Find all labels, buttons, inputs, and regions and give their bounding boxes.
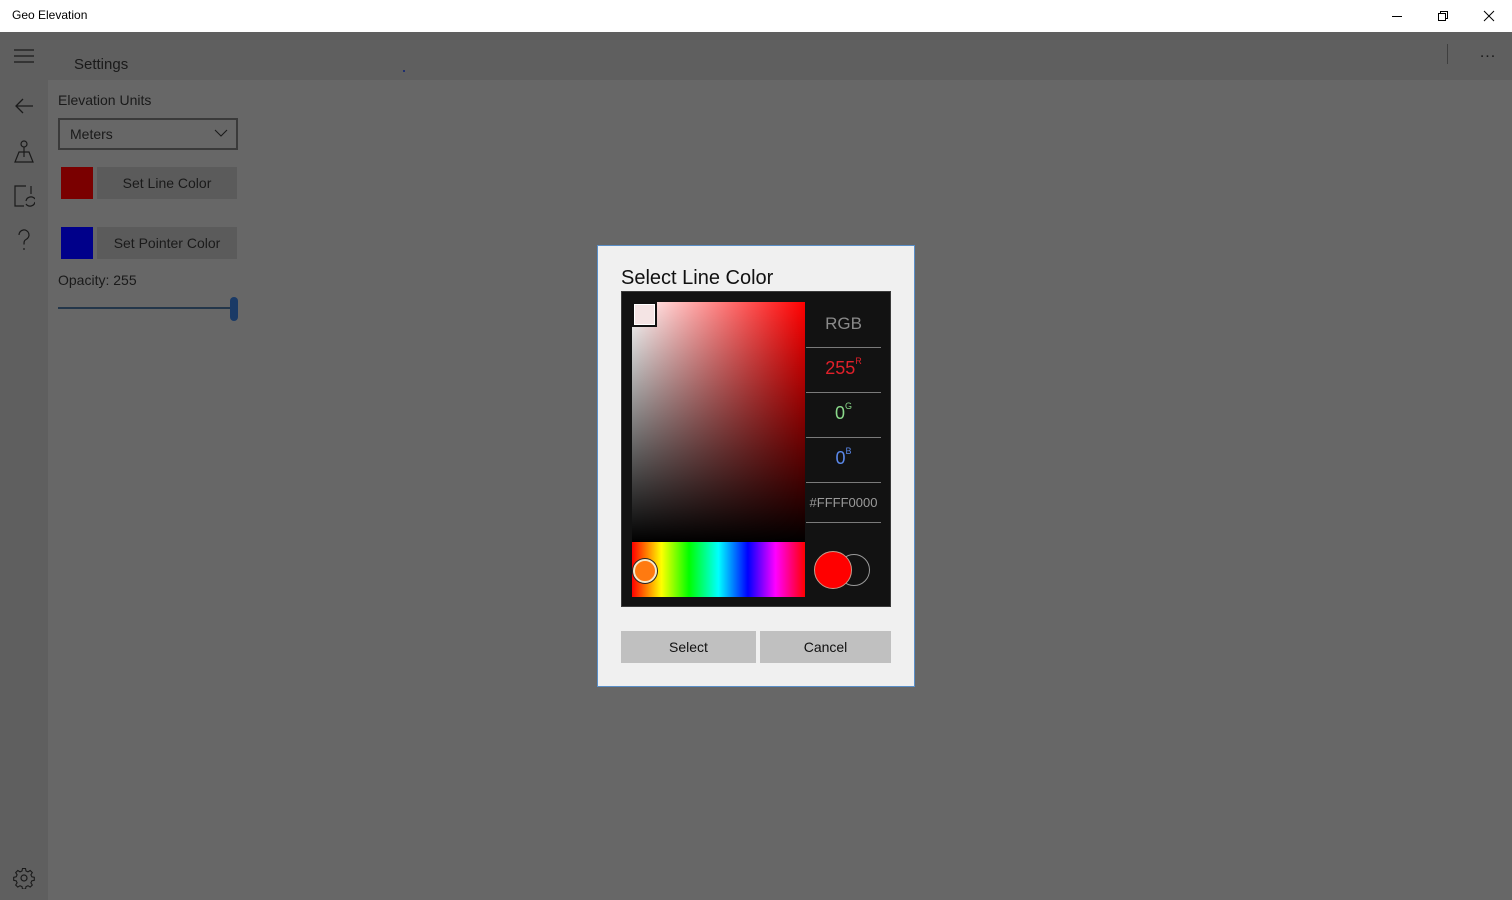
opacity-label: Opacity: 255 [58,272,137,288]
page-title: Settings [74,56,129,73]
sync-document-icon [14,185,35,207]
green-label: G [845,401,853,411]
help-icon [18,229,30,250]
saturation-value-area[interactable] [632,302,805,542]
close-icon [1483,10,1495,22]
divider [806,347,881,348]
red-value[interactable]: 255R [806,356,881,379]
hue-cursor[interactable] [633,559,657,583]
navigation-pane [0,32,48,900]
color-picker: RGB 255R 0G 0B #FFFF0000 [621,291,891,607]
set-pointer-color-button[interactable]: Set Pointer Color [97,227,237,259]
blue-value-number: 0 [835,448,846,468]
hex-value[interactable]: #FFFF0000 [806,495,881,510]
divider [806,482,881,483]
back-button[interactable] [0,84,48,128]
nav-item-elevation[interactable] [0,130,48,174]
line-color-swatch [61,167,93,199]
restore-button[interactable] [1420,0,1466,32]
nav-item-refresh[interactable] [0,174,48,218]
opacity-slider-thumb[interactable] [230,297,238,321]
red-label: R [855,356,862,366]
saturation-value-cursor[interactable] [632,302,657,327]
elevation-units-label: Elevation Units [58,92,152,108]
gear-icon [13,867,35,889]
nav-item-settings[interactable] [0,856,48,900]
hamburger-menu-button[interactable] [0,34,48,78]
green-value[interactable]: 0G [806,401,881,424]
divider [806,522,881,523]
close-button[interactable] [1466,0,1512,32]
elevation-units-dropdown[interactable]: Meters [58,118,238,150]
focus-dot [403,70,405,72]
select-button[interactable]: Select [621,631,756,663]
chevron-down-icon [214,129,228,137]
set-line-color-button[interactable]: Set Line Color [97,167,237,199]
red-value-number: 255 [825,358,856,378]
dialog-title: Select Line Color [621,267,774,289]
minimize-button[interactable] [1374,0,1420,32]
color-mode-label[interactable]: RGB [806,314,881,334]
minimize-icon [1392,16,1402,17]
blue-label: B [845,446,852,456]
header-separator [1447,44,1448,64]
restore-icon [1438,11,1448,21]
hamburger-menu-icon [14,49,34,63]
app-title: Geo Elevation [12,8,88,22]
divider [806,437,881,438]
pointer-color-swatch [61,227,93,259]
elevation-marker-icon [14,140,34,163]
opacity-slider-track[interactable] [58,307,234,309]
title-bar: Geo Elevation [0,0,1512,32]
green-value-number: 0 [834,403,845,423]
new-color-preview [814,551,852,589]
divider [806,392,881,393]
back-arrow-icon [15,98,33,114]
elevation-units-value: Meters [70,126,113,142]
color-picker-dialog: Select Line Color RGB 255R 0G 0B #FFFF00… [597,245,915,687]
hue-slider[interactable] [632,542,805,597]
nav-item-help[interactable] [0,218,48,262]
header-bar: Settings ... [48,32,1512,80]
more-options-button[interactable]: ... [1472,44,1504,68]
cancel-button[interactable]: Cancel [760,631,891,663]
blue-value[interactable]: 0B [806,446,881,469]
